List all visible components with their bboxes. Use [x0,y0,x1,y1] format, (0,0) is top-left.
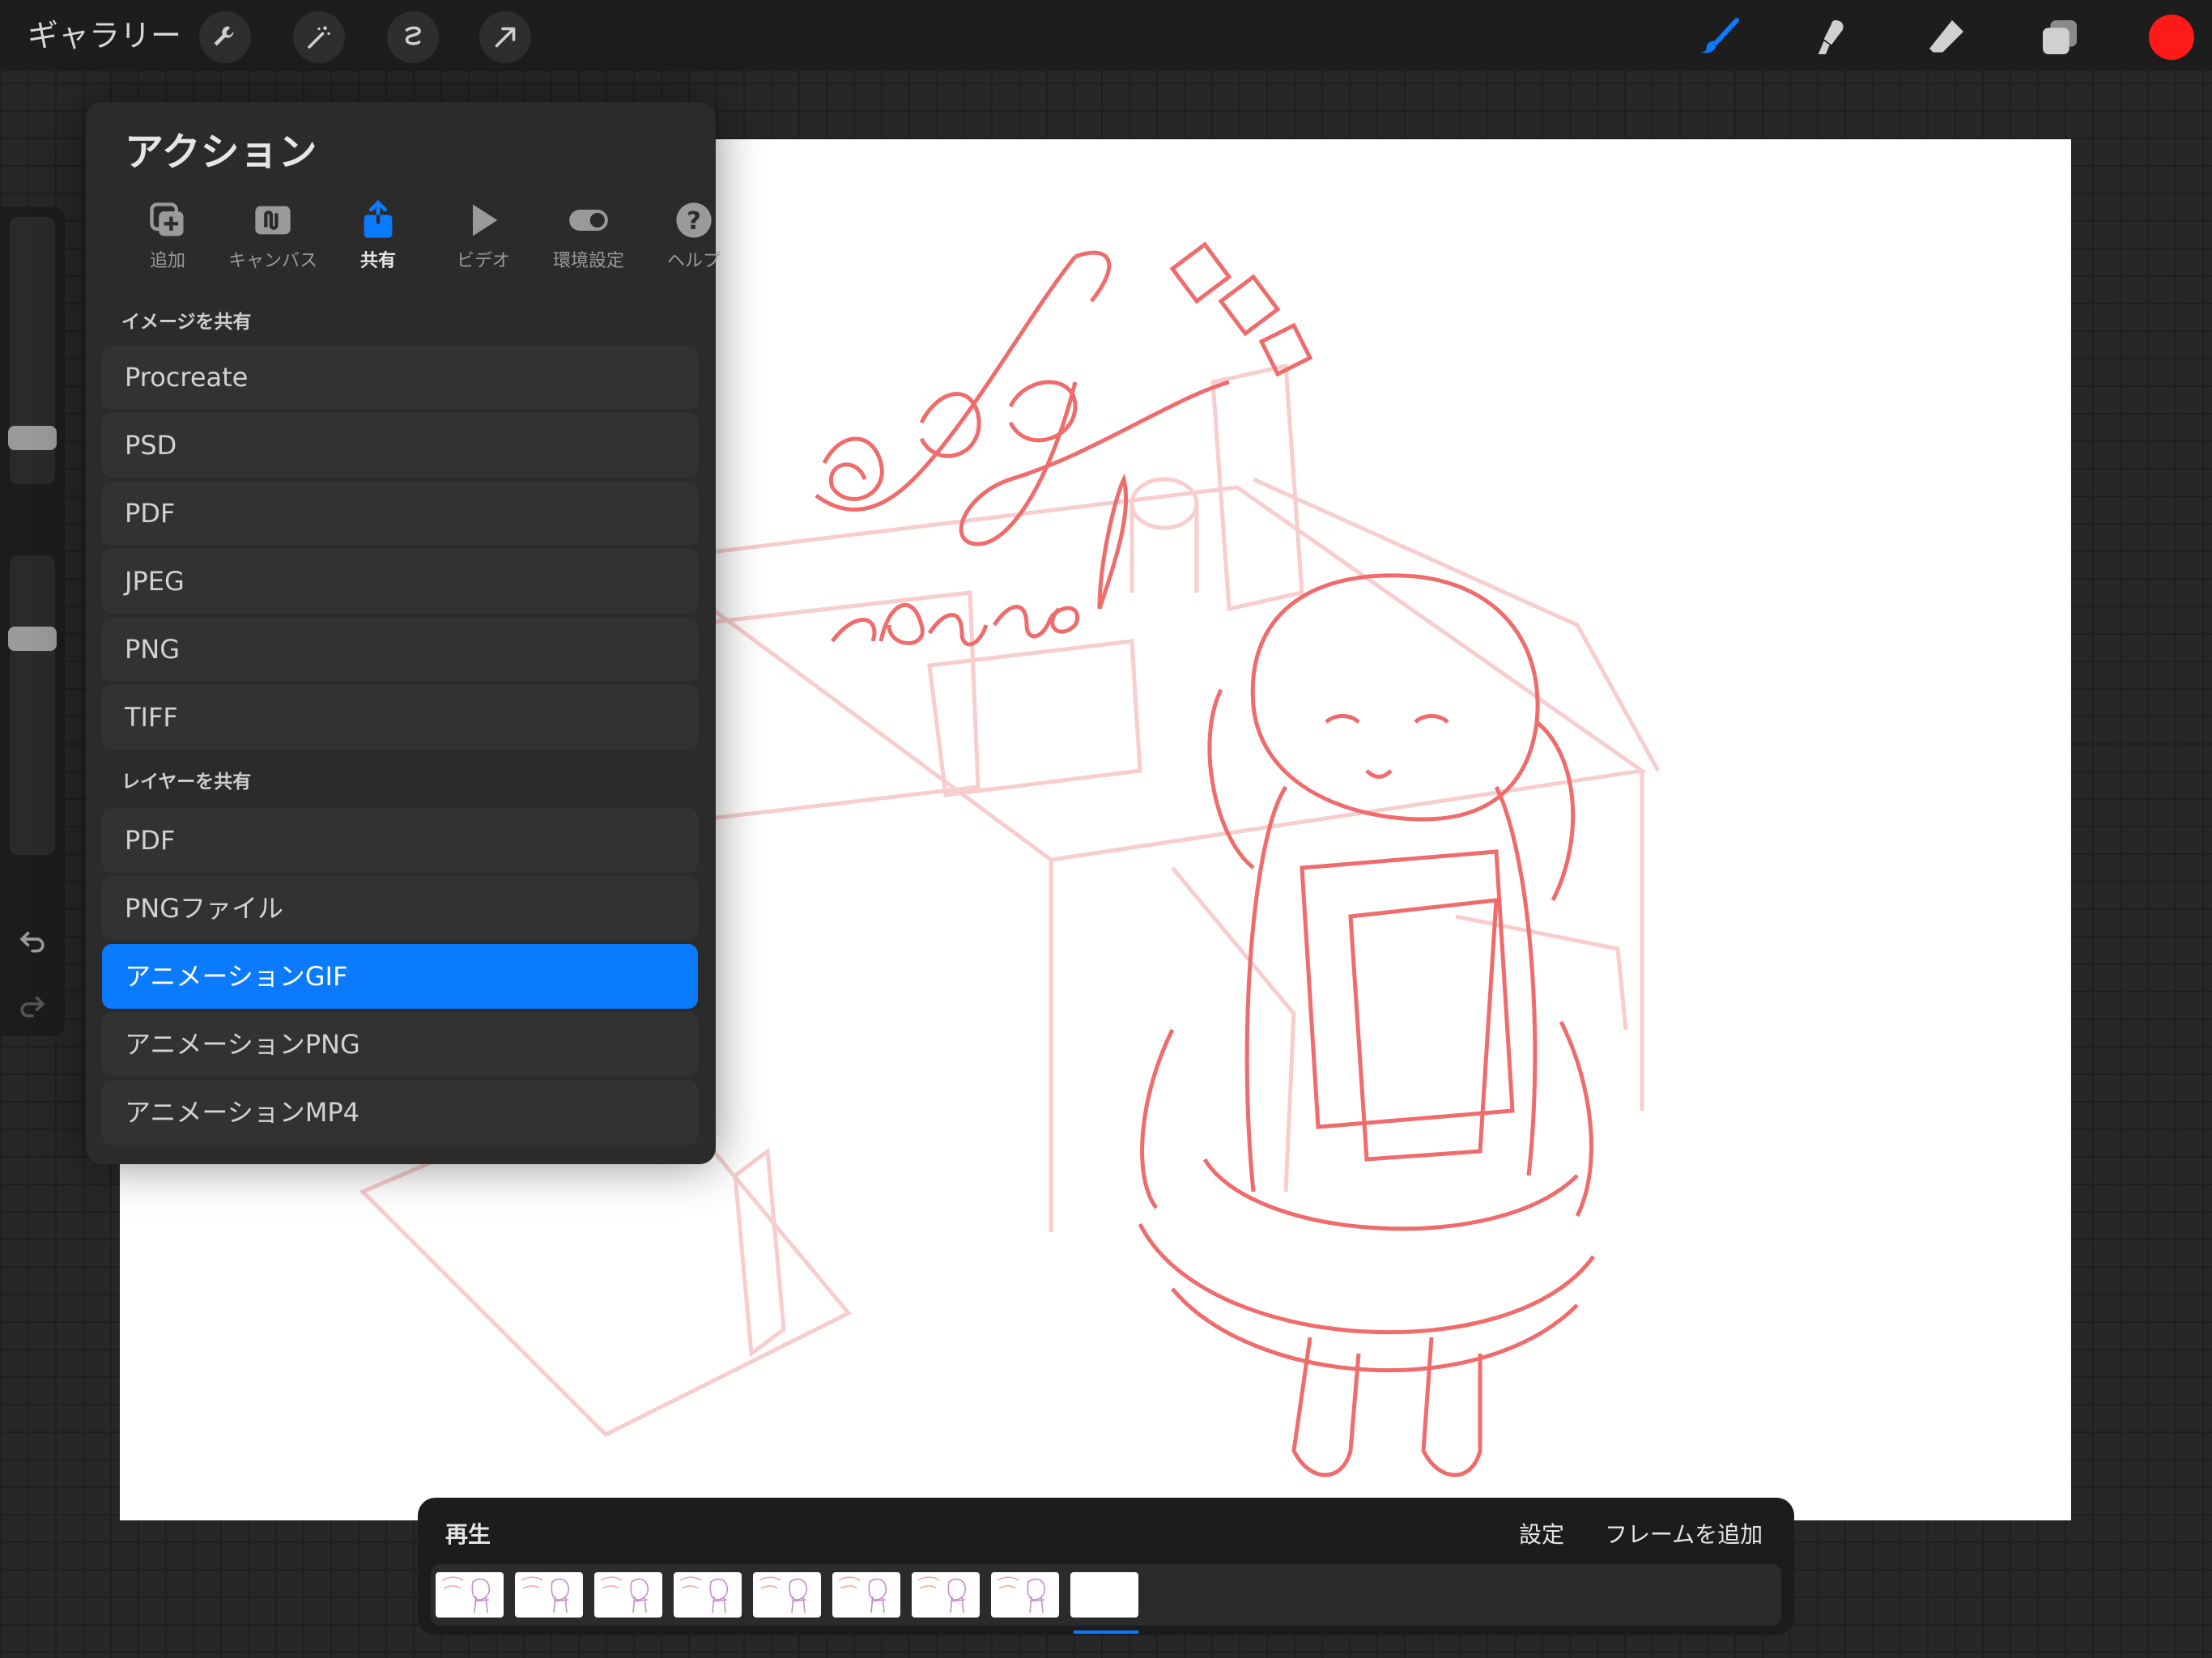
share-animated-gif[interactable]: アニメーションGIF [102,944,698,1009]
layers-icon[interactable] [2032,10,2087,65]
share-pdf[interactable]: PDF [102,481,698,546]
share-icon [364,199,393,238]
tab-add[interactable]: 追加 [115,191,220,280]
brush-icon[interactable] [1692,10,1747,65]
share-layers-pdf[interactable]: PDF [102,808,698,873]
share-procreate[interactable]: Procreate [102,345,698,410]
character-sketch [1138,573,1596,1477]
play-icon [473,204,498,236]
selection-icon[interactable] [387,11,439,63]
timeline-frame[interactable] [832,1572,900,1618]
section-share-image: イメージを共有 [121,312,252,333]
actions-panel: アクション 追加 キャンバス 共有 ビデオ 環境設定 ? ヘルプ イメージを共有… [86,102,721,1164]
tab-video[interactable]: ビデオ [431,191,536,280]
help-icon: ? [676,202,712,238]
tab-canvas[interactable]: キャンバス [220,191,325,280]
share-jpeg[interactable]: JPEG [102,549,698,614]
tab-help-label: ヘルプ [666,251,721,271]
share-layers-png-files[interactable]: PNGファイル [102,876,698,941]
magic-wand-icon[interactable] [293,11,345,63]
tab-share[interactable]: 共有 [325,191,431,280]
opacity-slider[interactable] [10,555,55,855]
smudge-icon[interactable] [1804,10,1859,65]
opacity-handle[interactable] [8,627,57,651]
share-tiff[interactable]: TIFF [102,685,698,750]
brush-size-handle[interactable] [8,426,57,450]
tab-video-label: ビデオ [456,251,510,271]
share-psd[interactable]: PSD [102,413,698,478]
gallery-button[interactable]: ギャラリー [28,16,181,55]
selected-frame-indicator [1074,1630,1138,1634]
add-image-icon [150,202,184,236]
transform-arrow-icon[interactable] [479,11,531,63]
play-button[interactable]: 再生 [445,1517,491,1550]
timeline-frame[interactable] [674,1572,742,1618]
share-png[interactable]: PNG [102,617,698,682]
tab-preferences[interactable]: 環境設定 [536,191,641,280]
share-animated-mp4[interactable]: アニメーションMP4 [102,1080,698,1145]
timeline-frame[interactable] [594,1572,662,1618]
tab-canvas-label: キャンバス [228,251,317,271]
tab-add-label: 追加 [149,251,185,271]
color-picker-button[interactable] [2149,15,2194,60]
timeline-frame[interactable] [991,1572,1059,1618]
timeline-frame[interactable] [1070,1572,1138,1618]
wrench-icon[interactable] [199,11,251,63]
tab-share-label: 共有 [359,251,396,271]
tab-help[interactable]: ? ヘルプ [641,191,747,280]
svg-text:?: ? [687,207,701,236]
handwritten-logo [815,241,1313,647]
side-bar [0,207,65,1036]
animation-timeline: 再生 設定 フレームを追加 [418,1498,1794,1635]
timeline-frame[interactable] [753,1572,821,1618]
undo-icon[interactable] [15,921,50,957]
top-toolbar: ギャラリー [0,0,2212,71]
section-share-layers: レイヤーを共有 [121,772,252,793]
timeline-settings-button[interactable]: 設定 [1519,1517,1564,1550]
timeline-frame[interactable] [912,1572,980,1618]
add-frame-button[interactable]: フレームを追加 [1605,1517,1763,1550]
timeline-frame[interactable] [515,1572,583,1618]
timeline-frame[interactable] [436,1572,504,1618]
eraser-icon[interactable] [1919,10,1974,65]
tab-preferences-label: 環境設定 [552,251,624,271]
canvas-icon [255,206,291,235]
redo-icon[interactable] [15,986,50,1022]
share-animated-png[interactable]: アニメーションPNG [102,1012,698,1077]
panel-title: アクション [125,130,317,175]
toggle-icon [569,210,608,231]
